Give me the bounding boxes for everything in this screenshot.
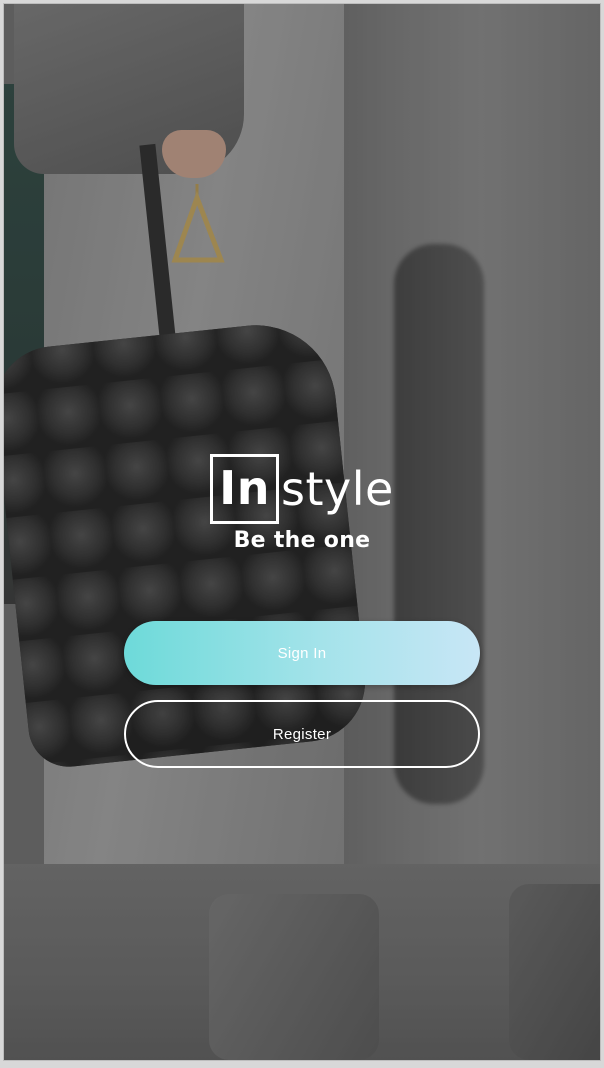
register-button[interactable]: Register [124,700,480,768]
sign-in-button[interactable]: Sign In [124,621,480,685]
app-screen: In style Be the one Sign In Register [4,4,600,1060]
register-label: Register [272,725,332,743]
brand-logo: In style Be the one [4,454,600,553]
wordmark-boxed-part: In [210,454,280,524]
sign-in-label: Sign In [277,644,327,662]
wordmark-rest: style [281,462,394,516]
wordmark: In style [210,454,394,524]
tagline: Be the one [233,528,371,553]
